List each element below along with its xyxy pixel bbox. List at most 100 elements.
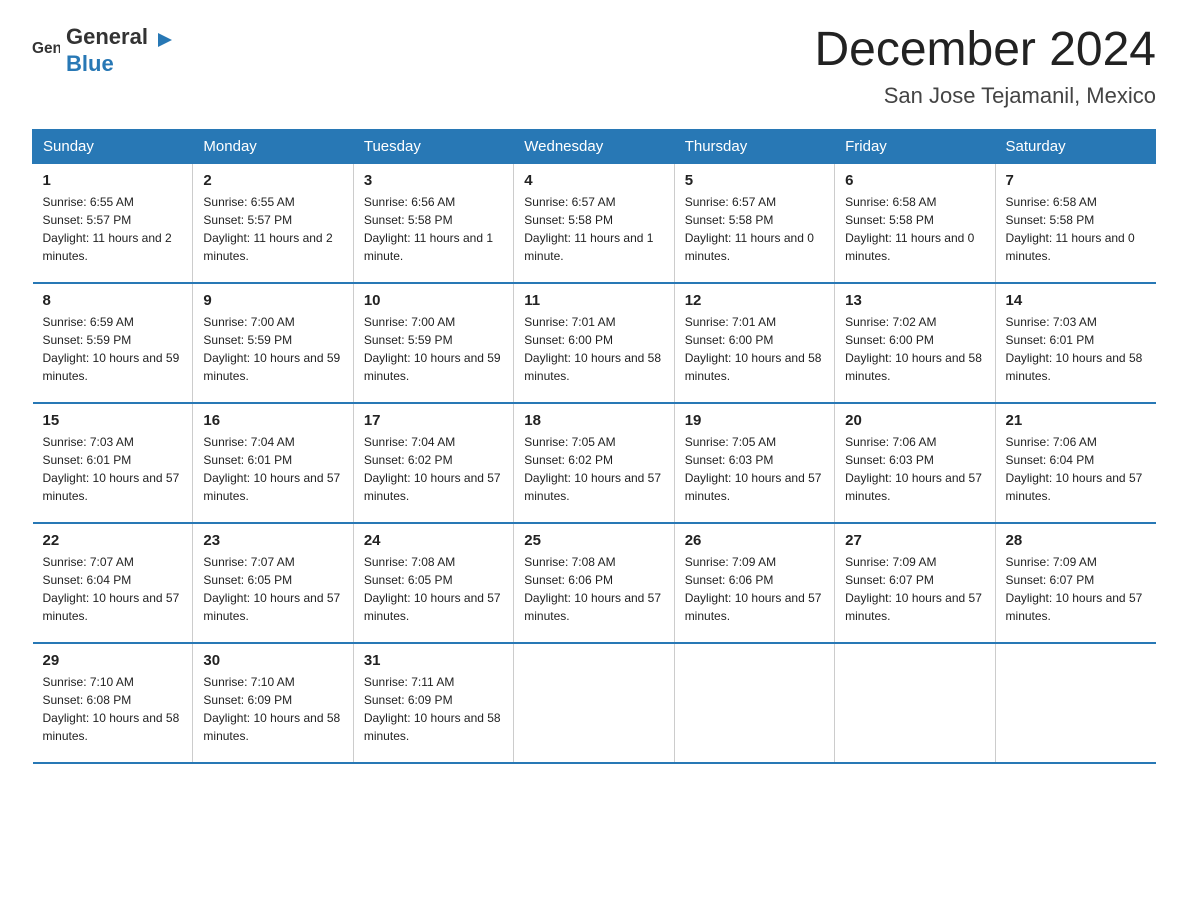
day-info: Sunrise: 7:07 AMSunset: 6:05 PMDaylight:… xyxy=(203,555,340,623)
day-info: Sunrise: 7:00 AMSunset: 5:59 PMDaylight:… xyxy=(203,315,340,383)
calendar-cell: 29 Sunrise: 7:10 AMSunset: 6:08 PMDaylig… xyxy=(33,643,193,763)
day-info: Sunrise: 6:57 AMSunset: 5:58 PMDaylight:… xyxy=(685,195,814,263)
day-number: 28 xyxy=(1006,532,1146,549)
day-number: 14 xyxy=(1006,292,1146,309)
day-info: Sunrise: 7:11 AMSunset: 6:09 PMDaylight:… xyxy=(364,675,501,743)
day-info: Sunrise: 7:06 AMSunset: 6:03 PMDaylight:… xyxy=(845,435,982,503)
logo-flag-icon xyxy=(154,29,176,51)
calendar-cell: 14 Sunrise: 7:03 AMSunset: 6:01 PMDaylig… xyxy=(995,283,1155,403)
day-number: 27 xyxy=(845,532,984,549)
day-number: 2 xyxy=(203,172,342,189)
calendar-cell: 27 Sunrise: 7:09 AMSunset: 6:07 PMDaylig… xyxy=(835,523,995,643)
day-info: Sunrise: 7:02 AMSunset: 6:00 PMDaylight:… xyxy=(845,315,982,383)
calendar-cell: 10 Sunrise: 7:00 AMSunset: 5:59 PMDaylig… xyxy=(353,283,513,403)
svg-text:General: General xyxy=(32,40,60,57)
calendar-cell: 21 Sunrise: 7:06 AMSunset: 6:04 PMDaylig… xyxy=(995,403,1155,523)
logo-general: General xyxy=(66,24,148,49)
day-number: 29 xyxy=(43,652,183,669)
day-number: 18 xyxy=(524,412,663,429)
day-number: 12 xyxy=(685,292,824,309)
calendar-cell xyxy=(835,643,995,763)
weekday-header-thursday: Thursday xyxy=(674,129,834,163)
logo: General General Blue xyxy=(32,24,176,77)
calendar-cell: 23 Sunrise: 7:07 AMSunset: 6:05 PMDaylig… xyxy=(193,523,353,643)
calendar-cell: 4 Sunrise: 6:57 AMSunset: 5:58 PMDayligh… xyxy=(514,163,674,283)
calendar-cell: 31 Sunrise: 7:11 AMSunset: 6:09 PMDaylig… xyxy=(353,643,513,763)
weekday-header-row: SundayMondayTuesdayWednesdayThursdayFrid… xyxy=(33,129,1156,163)
calendar-table: SundayMondayTuesdayWednesdayThursdayFrid… xyxy=(32,129,1156,765)
day-info: Sunrise: 7:04 AMSunset: 6:02 PMDaylight:… xyxy=(364,435,501,503)
day-number: 21 xyxy=(1006,412,1146,429)
day-number: 16 xyxy=(203,412,342,429)
day-number: 4 xyxy=(524,172,663,189)
calendar-cell xyxy=(514,643,674,763)
day-info: Sunrise: 7:00 AMSunset: 5:59 PMDaylight:… xyxy=(364,315,501,383)
day-info: Sunrise: 6:58 AMSunset: 5:58 PMDaylight:… xyxy=(1006,195,1135,263)
weekday-header-saturday: Saturday xyxy=(995,129,1155,163)
day-number: 5 xyxy=(685,172,824,189)
day-info: Sunrise: 7:05 AMSunset: 6:02 PMDaylight:… xyxy=(524,435,661,503)
day-info: Sunrise: 6:55 AMSunset: 5:57 PMDaylight:… xyxy=(203,195,332,263)
day-number: 10 xyxy=(364,292,503,309)
day-number: 20 xyxy=(845,412,984,429)
day-info: Sunrise: 7:10 AMSunset: 6:09 PMDaylight:… xyxy=(203,675,340,743)
logo-blue: Blue xyxy=(66,51,114,76)
calendar-cell: 7 Sunrise: 6:58 AMSunset: 5:58 PMDayligh… xyxy=(995,163,1155,283)
week-row-3: 15 Sunrise: 7:03 AMSunset: 6:01 PMDaylig… xyxy=(33,403,1156,523)
day-info: Sunrise: 7:09 AMSunset: 6:07 PMDaylight:… xyxy=(1006,555,1143,623)
calendar-cell: 6 Sunrise: 6:58 AMSunset: 5:58 PMDayligh… xyxy=(835,163,995,283)
day-info: Sunrise: 7:04 AMSunset: 6:01 PMDaylight:… xyxy=(203,435,340,503)
day-number: 6 xyxy=(845,172,984,189)
day-info: Sunrise: 7:10 AMSunset: 6:08 PMDaylight:… xyxy=(43,675,180,743)
calendar-cell: 30 Sunrise: 7:10 AMSunset: 6:09 PMDaylig… xyxy=(193,643,353,763)
calendar-cell: 17 Sunrise: 7:04 AMSunset: 6:02 PMDaylig… xyxy=(353,403,513,523)
location-title: San Jose Tejamanil, Mexico xyxy=(814,83,1156,109)
weekday-header-sunday: Sunday xyxy=(33,129,193,163)
calendar-cell: 13 Sunrise: 7:02 AMSunset: 6:00 PMDaylig… xyxy=(835,283,995,403)
logo-icon: General xyxy=(32,36,60,64)
week-row-5: 29 Sunrise: 7:10 AMSunset: 6:08 PMDaylig… xyxy=(33,643,1156,763)
day-number: 24 xyxy=(364,532,503,549)
calendar-cell: 3 Sunrise: 6:56 AMSunset: 5:58 PMDayligh… xyxy=(353,163,513,283)
calendar-cell xyxy=(674,643,834,763)
day-number: 23 xyxy=(203,532,342,549)
day-info: Sunrise: 6:58 AMSunset: 5:58 PMDaylight:… xyxy=(845,195,974,263)
calendar-cell: 22 Sunrise: 7:07 AMSunset: 6:04 PMDaylig… xyxy=(33,523,193,643)
day-number: 19 xyxy=(685,412,824,429)
day-info: Sunrise: 7:05 AMSunset: 6:03 PMDaylight:… xyxy=(685,435,822,503)
week-row-1: 1 Sunrise: 6:55 AMSunset: 5:57 PMDayligh… xyxy=(33,163,1156,283)
weekday-header-wednesday: Wednesday xyxy=(514,129,674,163)
day-info: Sunrise: 7:01 AMSunset: 6:00 PMDaylight:… xyxy=(685,315,822,383)
day-info: Sunrise: 7:01 AMSunset: 6:00 PMDaylight:… xyxy=(524,315,661,383)
calendar-cell: 5 Sunrise: 6:57 AMSunset: 5:58 PMDayligh… xyxy=(674,163,834,283)
calendar-cell: 1 Sunrise: 6:55 AMSunset: 5:57 PMDayligh… xyxy=(33,163,193,283)
day-number: 15 xyxy=(43,412,183,429)
weekday-header-friday: Friday xyxy=(835,129,995,163)
weekday-header-tuesday: Tuesday xyxy=(353,129,513,163)
calendar-cell: 25 Sunrise: 7:08 AMSunset: 6:06 PMDaylig… xyxy=(514,523,674,643)
calendar-cell: 8 Sunrise: 6:59 AMSunset: 5:59 PMDayligh… xyxy=(33,283,193,403)
day-info: Sunrise: 6:59 AMSunset: 5:59 PMDaylight:… xyxy=(43,315,180,383)
page-header: General General Blue December 2024 San J… xyxy=(32,24,1156,109)
calendar-cell xyxy=(995,643,1155,763)
day-number: 26 xyxy=(685,532,824,549)
day-info: Sunrise: 7:09 AMSunset: 6:06 PMDaylight:… xyxy=(685,555,822,623)
day-info: Sunrise: 7:09 AMSunset: 6:07 PMDaylight:… xyxy=(845,555,982,623)
day-info: Sunrise: 7:08 AMSunset: 6:06 PMDaylight:… xyxy=(524,555,661,623)
calendar-cell: 20 Sunrise: 7:06 AMSunset: 6:03 PMDaylig… xyxy=(835,403,995,523)
week-row-2: 8 Sunrise: 6:59 AMSunset: 5:59 PMDayligh… xyxy=(33,283,1156,403)
day-number: 1 xyxy=(43,172,183,189)
day-number: 31 xyxy=(364,652,503,669)
day-number: 22 xyxy=(43,532,183,549)
calendar-cell: 16 Sunrise: 7:04 AMSunset: 6:01 PMDaylig… xyxy=(193,403,353,523)
day-number: 13 xyxy=(845,292,984,309)
day-number: 25 xyxy=(524,532,663,549)
day-info: Sunrise: 7:03 AMSunset: 6:01 PMDaylight:… xyxy=(1006,315,1143,383)
day-info: Sunrise: 7:03 AMSunset: 6:01 PMDaylight:… xyxy=(43,435,180,503)
day-number: 17 xyxy=(364,412,503,429)
calendar-cell: 11 Sunrise: 7:01 AMSunset: 6:00 PMDaylig… xyxy=(514,283,674,403)
calendar-cell: 9 Sunrise: 7:00 AMSunset: 5:59 PMDayligh… xyxy=(193,283,353,403)
calendar-cell: 15 Sunrise: 7:03 AMSunset: 6:01 PMDaylig… xyxy=(33,403,193,523)
day-number: 8 xyxy=(43,292,183,309)
day-info: Sunrise: 6:57 AMSunset: 5:58 PMDaylight:… xyxy=(524,195,653,263)
